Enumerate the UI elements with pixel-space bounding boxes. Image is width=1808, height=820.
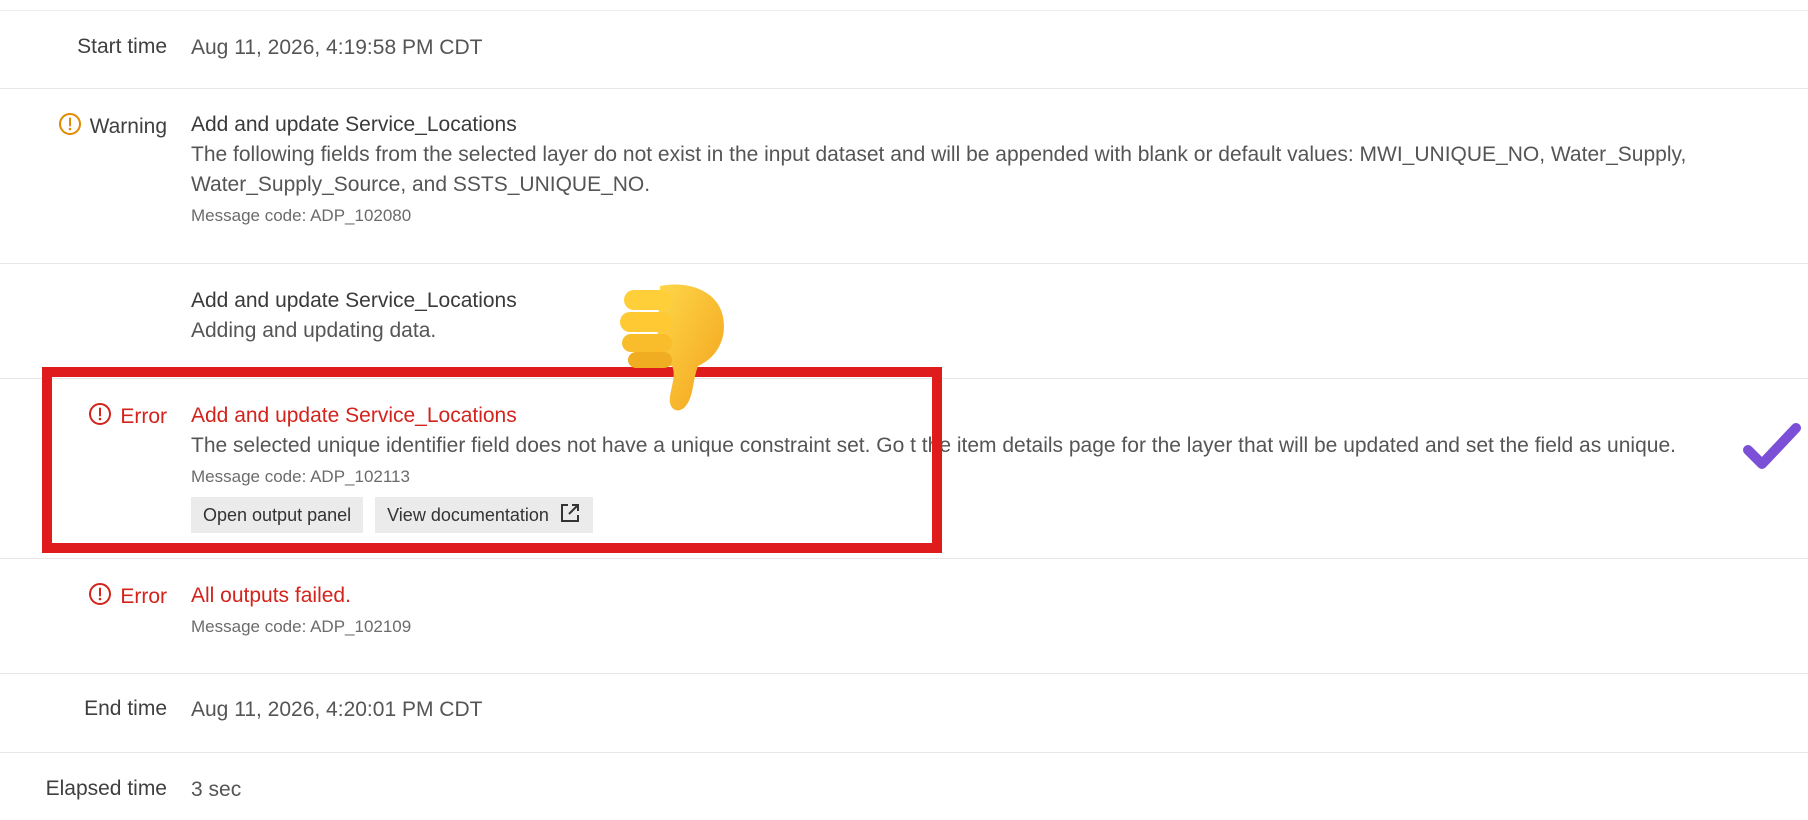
warning-title: Add and update Service_Locations: [191, 113, 517, 136]
end-time-row: End time Aug 11, 2026, 4:20:01 PM CDT: [0, 673, 1808, 753]
end-time-value: Aug 11, 2026, 4:20:01 PM CDT: [191, 698, 483, 721]
info-description: Adding and updating data.: [191, 319, 437, 342]
error-summary-row: Error All outputs failed. Message code: …: [0, 558, 1808, 674]
warning-message-row: Warning Add and update Service_Locations…: [0, 88, 1808, 264]
error-circle-icon: [88, 582, 112, 612]
elapsed-time-value: 3 sec: [191, 778, 242, 801]
external-link-icon: [559, 502, 581, 529]
info-message-row: Add and update Service_Locations Adding …: [0, 263, 1808, 379]
open-output-panel-button[interactable]: Open output panel: [191, 497, 364, 533]
error-label: Error: [0, 402, 167, 432]
start-time-value: Aug 11, 2026, 4:19:58 PM CDT: [191, 36, 483, 59]
warning-description: The following fields from the selected l…: [191, 143, 1687, 196]
error-title: Add and update Service_Locations: [191, 404, 517, 427]
error-summary-code: Message code: ADP_102109: [191, 617, 412, 636]
info-title: Add and update Service_Locations: [191, 289, 517, 312]
error-summary-label: Error: [0, 582, 167, 612]
error-description: The selected unique identifier field doe…: [191, 434, 1676, 457]
error-summary-title: All outputs failed.: [191, 584, 351, 607]
end-time-label: End time: [84, 697, 167, 721]
thumbs-down-icon: [620, 282, 730, 417]
error-circle-icon: [88, 402, 112, 432]
start-time-label: Start time: [77, 35, 167, 59]
warning-message-code: Message code: ADP_102080: [191, 206, 412, 225]
warning-circle-icon: [58, 112, 82, 142]
elapsed-time-row: Elapsed time 3 sec: [0, 752, 1808, 820]
view-documentation-button[interactable]: View documentation: [375, 497, 593, 533]
error-message-row: Error Add and update Service_Locations T…: [0, 378, 1808, 559]
warning-label: Warning: [0, 112, 167, 142]
elapsed-time-label: Elapsed time: [45, 777, 167, 801]
error-message-code: Message code: ADP_102113: [191, 467, 410, 486]
checkmark-icon: [1742, 422, 1802, 477]
start-time-row: Start time Aug 11, 2026, 4:19:58 PM CDT: [0, 11, 1808, 89]
